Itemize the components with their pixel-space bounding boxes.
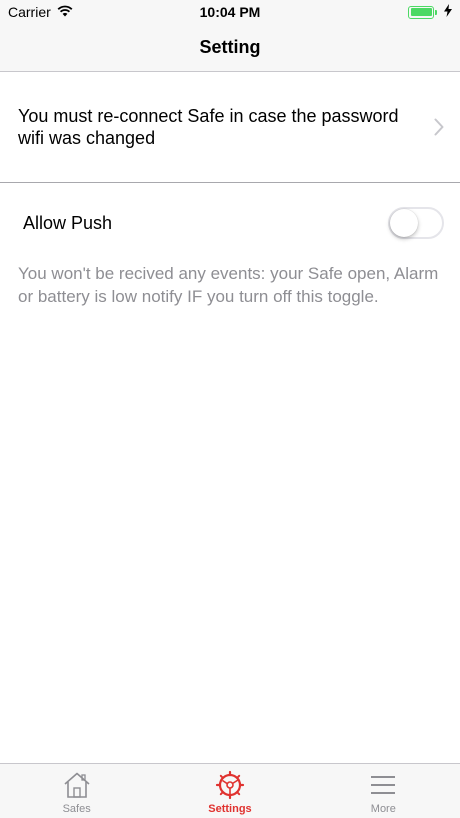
navigation-bar: Setting — [0, 24, 460, 72]
page-title: Setting — [199, 37, 261, 57]
allow-push-description: You won't be recived any events: your Sa… — [18, 264, 439, 306]
status-bar: Carrier 10:04 PM — [0, 0, 460, 24]
tab-safes[interactable]: Safes — [0, 764, 153, 818]
tab-more[interactable]: More — [307, 764, 460, 818]
allow-push-row: Allow Push — [0, 200, 460, 246]
allow-push-toggle[interactable] — [388, 207, 444, 239]
tab-settings[interactable]: Settings — [153, 764, 306, 818]
charging-bolt-icon — [444, 4, 452, 20]
reconnect-safe-row[interactable]: You must re-connect Safe in case the pas… — [0, 72, 460, 183]
tab-label: More — [370, 803, 396, 815]
reconnect-safe-label: You must re-connect Safe in case the pas… — [18, 106, 399, 148]
chevron-right-icon — [434, 118, 444, 141]
tab-label: Settings — [208, 803, 252, 815]
battery-icon — [408, 5, 437, 19]
status-right — [408, 4, 452, 20]
settings-screen: Carrier 10:04 PM Setting You must re-con… — [0, 0, 460, 818]
tab-label: Safes — [62, 803, 91, 815]
tab-bar: Safes Settings More — [0, 763, 460, 818]
allow-push-label: Allow Push — [23, 212, 113, 233]
menu-lines-icon — [368, 770, 398, 800]
toggle-knob — [390, 209, 418, 237]
house-icon — [62, 770, 92, 800]
settings-wheel-icon — [215, 770, 245, 800]
status-time: 10:04 PM — [199, 4, 261, 20]
